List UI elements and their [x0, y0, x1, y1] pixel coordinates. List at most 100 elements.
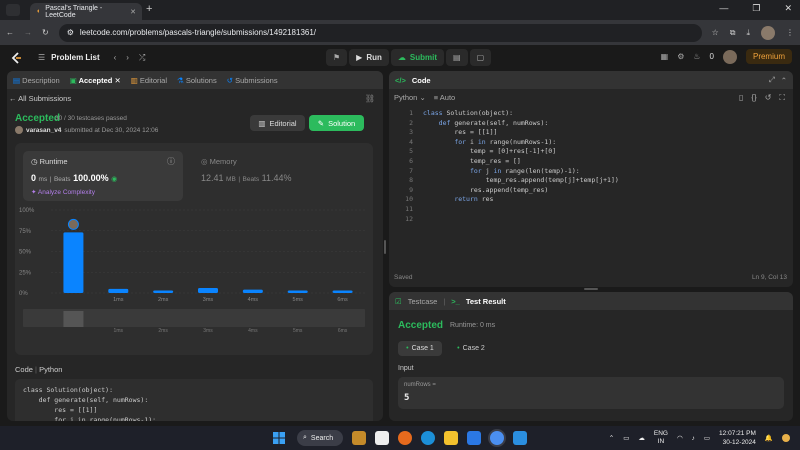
downloads-icon[interactable]: ⤓ [746, 28, 750, 38]
leetcode-logo-icon[interactable] [10, 51, 24, 65]
back-arrow-icon[interactable]: ← [6, 28, 14, 37]
taskbar-vscode-icon[interactable] [513, 431, 527, 445]
forward-arrow-icon[interactable]: → [24, 28, 32, 37]
editorial-button[interactable]: ▥ Editorial [250, 115, 305, 131]
chart-bar[interactable] [287, 290, 308, 293]
checkbox-icon: ☑ [395, 296, 402, 306]
color-dot-icon[interactable] [782, 434, 790, 442]
layout-icon[interactable]: ▦ [661, 52, 669, 61]
solution-button[interactable]: ✎ Solution [309, 115, 364, 131]
submitter-username[interactable]: varasan_v4 [26, 127, 61, 134]
close-tab-icon[interactable]: ✕ [130, 8, 136, 16]
browser-tab[interactable]: ◖ Pascal's Triangle - LeetCode ✕ [30, 3, 142, 20]
all-submissions-label: All Submissions [18, 94, 72, 103]
tab-submissions[interactable]: ↺ Submissions [227, 76, 278, 85]
info-icon[interactable]: ⓘ [167, 156, 175, 167]
taskbar-amazon-icon[interactable] [375, 431, 389, 445]
fullscreen-icon[interactable]: ⛶ [779, 93, 785, 103]
clock[interactable]: 12:07:21 PM 30-12-2024 [719, 429, 756, 447]
chart-bar[interactable] [242, 289, 263, 293]
settings-icon[interactable]: ⚙ [677, 52, 684, 61]
bookmark-star-icon[interactable]: ☆ [712, 28, 719, 37]
maximize-icon[interactable]: ❐ [752, 3, 760, 14]
language-indicator[interactable]: ENG IN [654, 430, 668, 446]
taskbar-edge-icon[interactable] [421, 431, 435, 445]
volume-icon[interactable]: ♪ [692, 435, 695, 442]
chart-bar[interactable] [198, 288, 218, 293]
minimize-icon[interactable]: — [719, 3, 728, 14]
submit-button[interactable]: ☁ Submit [390, 49, 444, 66]
code-editor[interactable]: 1 class Solution(object): 2 def generate(s… [395, 109, 793, 269]
chart-bar[interactable] [63, 232, 84, 293]
tab-search-button[interactable] [6, 4, 20, 16]
tab-testcase[interactable]: Testcase [408, 297, 438, 306]
memory-beats-label: Beats [242, 176, 260, 183]
panel-resize-handle[interactable] [384, 240, 386, 254]
case-2-tab[interactable]: • Case 2 [449, 341, 493, 356]
streak-icon[interactable]: ♨ [693, 52, 700, 61]
new-tab-button[interactable]: + [146, 3, 152, 15]
site-info-icon[interactable]: ⚙ [67, 28, 74, 37]
close-window-icon[interactable]: ✕ [784, 3, 792, 14]
line-number: 12 [405, 214, 413, 223]
runtime-value: 0 [31, 173, 37, 183]
prev-problem-icon[interactable]: ‹ [114, 53, 117, 62]
tab-solutions[interactable]: ⚗ Solutions [177, 76, 217, 85]
taskbar-file-explorer-icon[interactable] [444, 431, 458, 445]
close-tab-accepted-icon[interactable]: ✕ [114, 76, 120, 85]
next-problem-icon[interactable]: › [126, 53, 129, 62]
tab-accepted[interactable]: ▣ Accepted ✕ [70, 76, 121, 85]
premium-button[interactable]: Premium [745, 49, 792, 64]
tray-app-icon[interactable]: ▭ [623, 434, 629, 442]
browser-menu-icon[interactable]: ⋮ [786, 28, 794, 37]
auto-toggle[interactable]: ≡ Auto [434, 93, 455, 102]
wifi-icon[interactable]: ◠ [677, 434, 683, 442]
chart-bar[interactable] [108, 288, 129, 293]
maximize-panel-icon[interactable]: ⤢ [769, 75, 775, 85]
address-bar[interactable]: ⚙ leetcode.com/problems/pascals-triangle… [58, 23, 702, 42]
reload-icon[interactable]: ↻ [42, 28, 49, 37]
case-1-tab[interactable]: • Case 1 [398, 341, 442, 356]
tab-editorial[interactable]: ▥ Editorial [131, 76, 167, 85]
chart-bar[interactable] [332, 290, 353, 293]
horizontal-resize-handle[interactable] [584, 288, 598, 290]
reset-icon[interactable]: ↺ [765, 93, 772, 103]
taskbar-search[interactable]: ⌕ Search [297, 430, 343, 446]
windows-start-icon[interactable] [273, 432, 285, 444]
notes-button[interactable]: ▤ [446, 49, 468, 66]
runtime-distribution-chart[interactable]: 100% 75% 50% 25% 0% 1ms 2ms 3ms 4ms 5ms 6ms 1ms 2ms 3… [15, 203, 373, 353]
all-submissions-link[interactable]: ← All Submissions [9, 94, 71, 103]
extensions-icon[interactable]: ⧉ [730, 28, 736, 38]
submitted-code-line: res = [[1]] [23, 406, 98, 414]
taskbar-chrome-icon[interactable] [490, 431, 504, 445]
code-line: temp = [0]+res[-1]+[0] [469, 147, 557, 156]
cloud-upload-icon: ☁ [397, 53, 406, 62]
taskbar-firefox-icon[interactable] [398, 431, 412, 445]
tab-description[interactable]: ▤ Description [13, 76, 60, 85]
shuffle-icon[interactable]: ⤮ [139, 53, 145, 63]
comment-button[interactable]: ▢ [469, 49, 492, 66]
runtime-card[interactable]: ◷ Runtime ⓘ 0 ms | Beats 100.00% ◉ ✦ Ana… [23, 151, 183, 201]
battery-icon[interactable]: ▭ [704, 434, 710, 442]
braces-icon[interactable]: {} [751, 93, 756, 103]
memory-card[interactable]: ◎ Memory 12.41 MB | Beats 11.44% [201, 151, 361, 201]
collapse-panel-icon[interactable]: ⌃ [781, 76, 787, 85]
bookmark-icon[interactable]: ▯ [739, 93, 743, 103]
profile-avatar[interactable] [761, 25, 775, 40]
user-avatar[interactable] [722, 49, 737, 64]
copy-link-icon[interactable]: ⛓ [365, 94, 375, 103]
problem-list-link[interactable]: Problem List [51, 53, 99, 62]
language-select[interactable]: Python ⌄ [394, 93, 426, 102]
run-button[interactable]: ▶ Run [349, 49, 389, 66]
navigator-label: 6ms [338, 328, 348, 334]
problem-list-icon[interactable]: ☰ [38, 53, 45, 62]
tray-overflow-icon[interactable]: ⌃ [609, 434, 614, 442]
notification-bell-icon[interactable]: 🔔 [765, 434, 773, 442]
tray-cloud-icon[interactable]: ☁ [638, 434, 645, 442]
analyze-complexity-link[interactable]: Analyze Complexity [38, 189, 95, 196]
chart-bar[interactable] [153, 290, 174, 293]
debug-button[interactable]: ⚑ [326, 49, 348, 66]
tab-test-result[interactable]: Test Result [466, 297, 506, 306]
taskbar-dropbox-icon[interactable] [467, 431, 481, 445]
taskbar-app-gallery-icon[interactable] [352, 431, 366, 445]
